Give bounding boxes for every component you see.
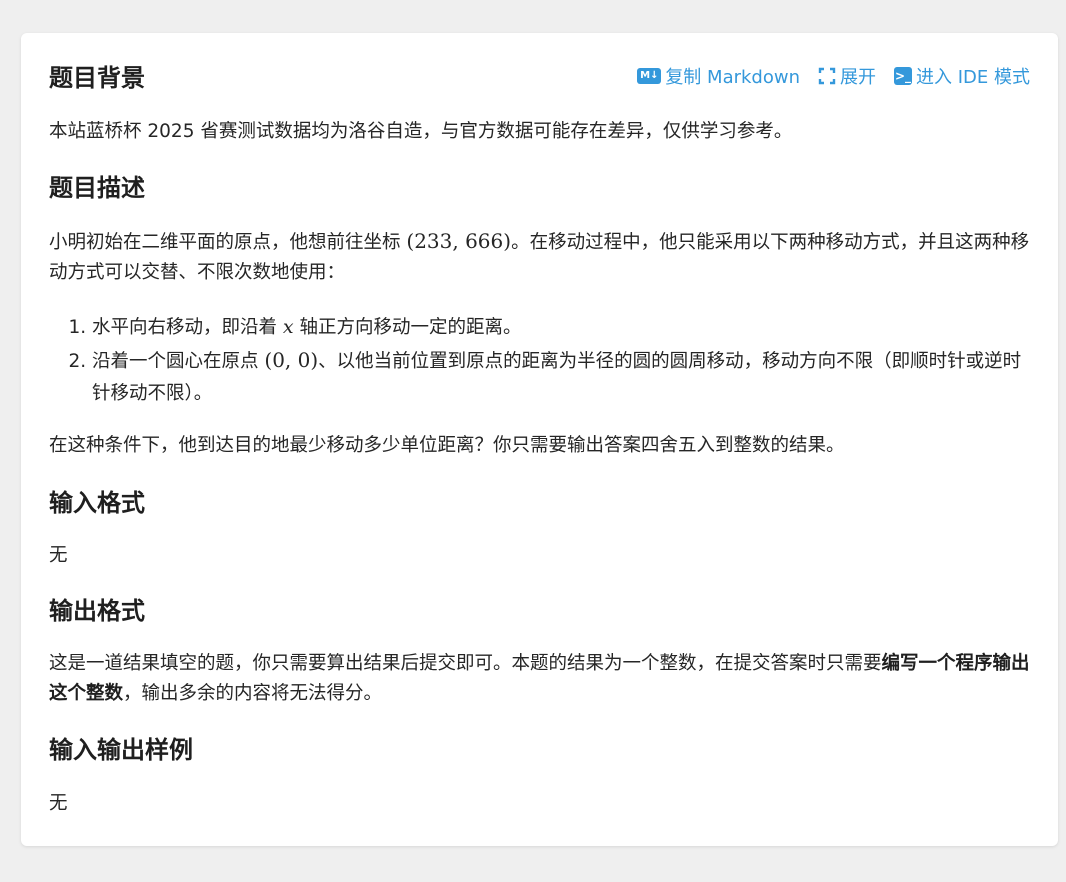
output-format-section: 输出格式: [49, 595, 1030, 627]
movement-list: 水平向右移动，即沿着 x 轴正方向移动一定的距离。 沿着一个圆心在原点 (0, …: [49, 311, 1030, 410]
samples-body: 无: [49, 789, 1030, 819]
list-item: 沿着一个圆心在原点 (0, 0)、以他当前位置到原点的距离为半径的圆的圆周移动，…: [92, 344, 1030, 410]
input-format-body: 无: [49, 541, 1030, 571]
input-format-section: 输入格式: [49, 487, 1030, 519]
samples-text: 无: [49, 793, 68, 814]
background-section: 题目背景: [49, 62, 1030, 94]
output-format-text: 这是一道结果填空的题，你只需要算出结果后提交即可。本题的结果为一个整数，在提交答…: [49, 653, 1030, 704]
origin-coordinate: (0, 0): [264, 348, 319, 372]
x-variable: x: [282, 316, 294, 338]
input-format-title: 输入格式: [49, 489, 145, 517]
list-item: 水平向右移动，即沿着 x 轴正方向移动一定的距离。: [92, 311, 1030, 344]
description-section: 题目描述: [49, 172, 1030, 204]
output-format-body: 这是一道结果填空的题，你只需要算出结果后提交即可。本题的结果为一个整数，在提交答…: [49, 649, 1030, 709]
description-paragraph: 小明初始在二维平面的原点，他想前往坐标 (233, 666)。在移动过程中，他只…: [49, 226, 1030, 288]
target-coordinate: (233, 666): [406, 229, 512, 253]
problem-card: M↓ 复制 Markdown 展开 >_ 进入 IDE 模式 题目背景 本站蓝桥…: [21, 33, 1058, 846]
description-body: 小明初始在二维平面的原点，他想前往坐标 (233, 666)。在移动过程中，他只…: [49, 226, 1030, 288]
question-body: 在这种条件下，他到达目的地最少移动多少单位距离？你只需要输出答案四舍五入到整数的…: [49, 431, 1030, 461]
input-format-text: 无: [49, 545, 68, 566]
description-title: 题目描述: [49, 174, 145, 202]
output-format-title: 输出格式: [49, 597, 145, 625]
samples-section: 输入输出样例: [49, 734, 1030, 766]
background-title: 题目背景: [49, 64, 145, 92]
question-text: 在这种条件下，他到达目的地最少移动多少单位距离？你只需要输出答案四舍五入到整数的…: [49, 435, 845, 456]
samples-title: 输入输出样例: [49, 736, 193, 764]
movement-list-wrap: 水平向右移动，即沿着 x 轴正方向移动一定的距离。 沿着一个圆心在原点 (0, …: [49, 311, 1030, 410]
background-body: 本站蓝桥杯 2025 省赛测试数据均为洛谷自造，与官方数据可能存在差异，仅供学习…: [49, 117, 1030, 147]
desc-text-1: 小明初始在二维平面的原点，他想前往坐标: [49, 232, 407, 253]
background-text: 本站蓝桥杯 2025 省赛测试数据均为洛谷自造，与官方数据可能存在差异，仅供学习…: [49, 121, 793, 142]
